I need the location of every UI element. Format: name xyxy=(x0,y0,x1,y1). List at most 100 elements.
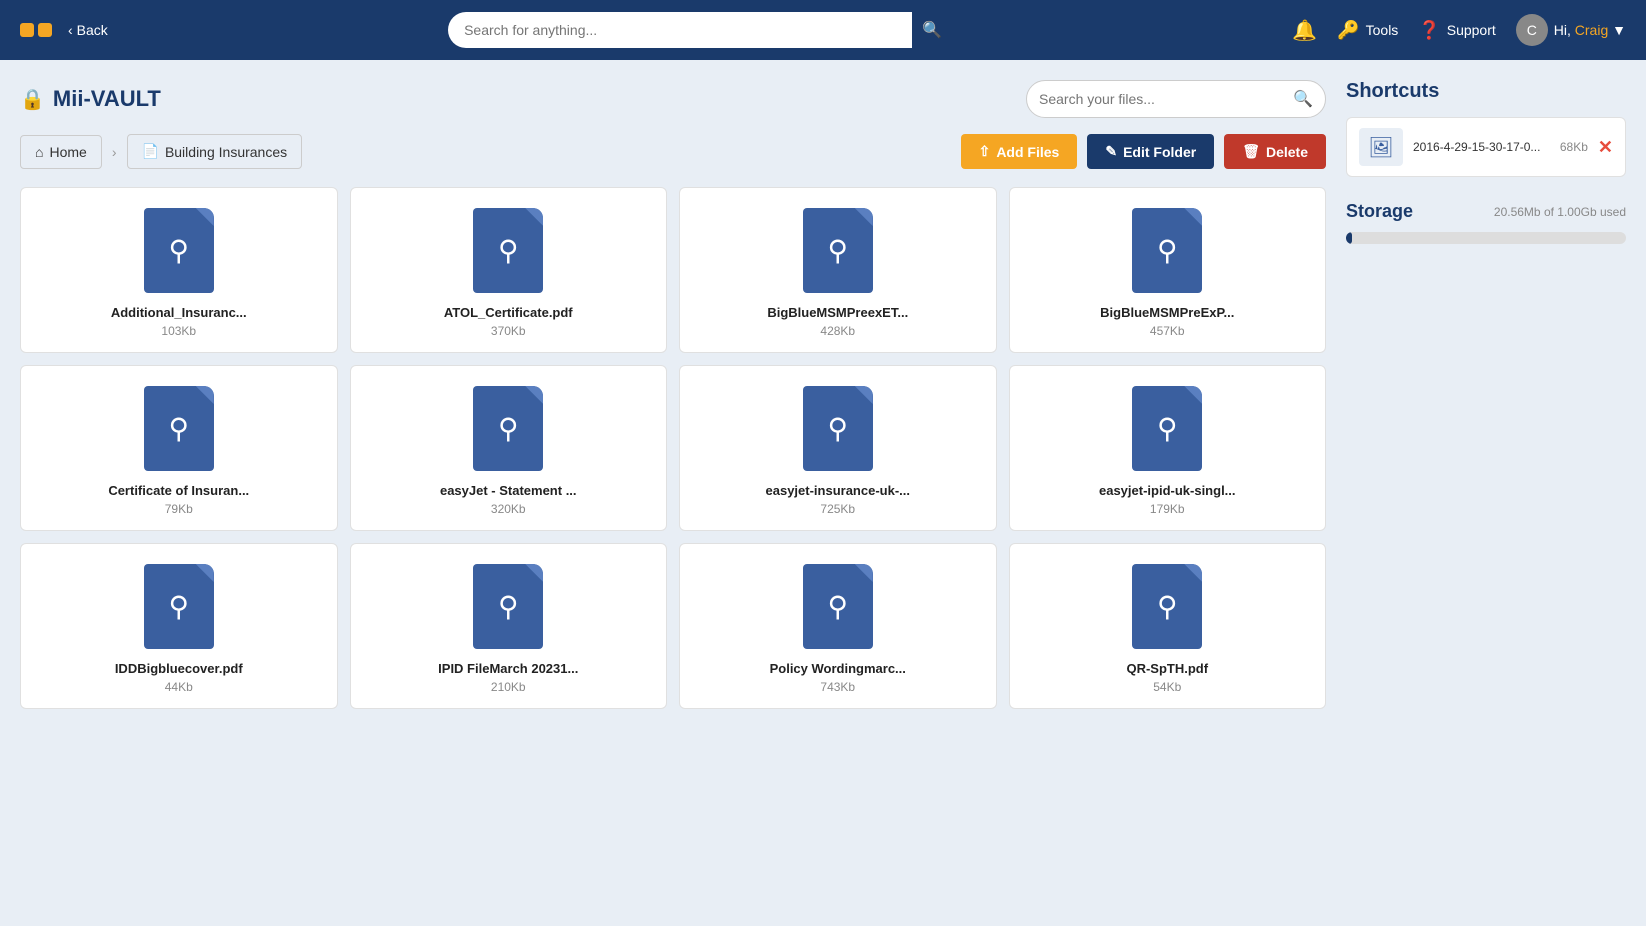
shortcut-close-icon[interactable]: ✕ xyxy=(1598,137,1613,158)
back-label: Back xyxy=(77,22,108,38)
file-card[interactable]: ⚲ ATOL_Certificate.pdf 370Kb xyxy=(350,187,668,353)
shortcut-item[interactable]: 🖼 2016-4-29-15-30-17-0... 68Kb ✕ xyxy=(1346,117,1626,177)
add-files-button[interactable]: ⇧ Add Files xyxy=(961,134,1078,169)
file-name: IDDBigbluecover.pdf xyxy=(115,661,243,676)
file-card[interactable]: ⚲ easyjet-insurance-uk-... 725Kb xyxy=(679,365,997,531)
file-card[interactable]: ⚲ easyjet-ipid-uk-singl... 179Kb xyxy=(1009,365,1327,531)
breadcrumb-chevron-icon: › xyxy=(112,144,117,160)
folder-icon: 📄 xyxy=(142,143,159,160)
pdf-icon: ⚲ xyxy=(803,564,873,649)
shortcut-size: 68Kb xyxy=(1560,140,1588,154)
file-name: Additional_Insuranc... xyxy=(111,305,247,320)
breadcrumb-actions: ⌂ Home › 📄 Building Insurances ⇧ Add Fil… xyxy=(20,134,1326,169)
file-size: 79Kb xyxy=(165,502,193,516)
file-size: 457Kb xyxy=(1150,324,1185,338)
pdf-symbol: ⚲ xyxy=(1157,412,1178,445)
shortcut-name: 2016-4-29-15-30-17-0... xyxy=(1413,140,1550,154)
shortcuts-title: Shortcuts xyxy=(1346,80,1626,103)
nav-right-section: 🔔 🔑 Tools ❓ Support C Hi, Craig ▼ xyxy=(1292,14,1626,46)
pdf-symbol: ⚲ xyxy=(498,412,519,445)
pdf-icon: ⚲ xyxy=(473,386,543,471)
file-name: BigBlueMSMPreexET... xyxy=(767,305,908,320)
storage-bar-background xyxy=(1346,232,1626,244)
breadcrumb-home-button[interactable]: ⌂ Home xyxy=(20,135,102,169)
notification-bell-icon[interactable]: 🔔 xyxy=(1292,18,1317,43)
storage-title: Storage xyxy=(1346,201,1413,222)
pdf-symbol: ⚲ xyxy=(827,412,848,445)
file-card[interactable]: ⚲ IPID FileMarch 20231... 210Kb xyxy=(350,543,668,709)
vault-header: 🔒 Mii-VAULT 🔍 xyxy=(20,80,1326,118)
breadcrumb-current-label: Building Insurances xyxy=(165,144,287,160)
nav-search-input[interactable] xyxy=(448,12,948,48)
file-size: 210Kb xyxy=(491,680,526,694)
pdf-icon: ⚲ xyxy=(473,564,543,649)
pdf-symbol: ⚲ xyxy=(168,590,189,623)
pdf-symbol: ⚲ xyxy=(498,234,519,267)
pdf-icon: ⚲ xyxy=(1132,386,1202,471)
file-name: ATOL_Certificate.pdf xyxy=(444,305,573,320)
file-name: QR-SpTH.pdf xyxy=(1126,661,1208,676)
file-card[interactable]: ⚲ QR-SpTH.pdf 54Kb xyxy=(1009,543,1327,709)
edit-folder-button[interactable]: ✎ Edit Folder xyxy=(1087,134,1214,169)
pdf-icon: ⚲ xyxy=(144,208,214,293)
file-card[interactable]: ⚲ BigBlueMSMPreexET... 428Kb xyxy=(679,187,997,353)
file-card[interactable]: ⚲ BigBlueMSMPreExP... 457Kb xyxy=(1009,187,1327,353)
file-card[interactable]: ⚲ IDDBigbluecover.pdf 44Kb xyxy=(20,543,338,709)
home-icon: ⌂ xyxy=(35,144,43,160)
pdf-symbol: ⚲ xyxy=(168,412,189,445)
pdf-symbol: ⚲ xyxy=(827,234,848,267)
tools-label: Tools xyxy=(1366,22,1399,38)
file-search-input[interactable] xyxy=(1039,91,1293,107)
tools-button[interactable]: 🔑 Tools xyxy=(1337,20,1398,41)
pdf-symbol: ⚲ xyxy=(168,234,189,267)
user-menu-button[interactable]: C Hi, Craig ▼ xyxy=(1516,14,1626,46)
pdf-icon: ⚲ xyxy=(803,208,873,293)
back-chevron-icon: ‹ xyxy=(68,22,73,38)
edit-icon: ✎ xyxy=(1105,143,1117,160)
pdf-symbol: ⚲ xyxy=(827,590,848,623)
logo-dot-1 xyxy=(20,23,34,37)
file-size: 320Kb xyxy=(491,502,526,516)
file-size: 54Kb xyxy=(1153,680,1181,694)
storage-header: Storage 20.56Mb of 1.00Gb used xyxy=(1346,201,1626,222)
file-name: easyjet-insurance-uk-... xyxy=(766,483,911,498)
file-name: easyJet - Statement ... xyxy=(440,483,577,498)
file-name: IPID FileMarch 20231... xyxy=(438,661,578,676)
storage-bar-fill xyxy=(1346,232,1352,244)
top-navigation: ‹ Back 🔍 🔔 🔑 Tools ❓ Support C Hi, Craig… xyxy=(0,0,1646,60)
delete-button[interactable]: 🗑 Delete xyxy=(1224,134,1326,169)
sidebar: Shortcuts 🖼 2016-4-29-15-30-17-0... 68Kb… xyxy=(1346,80,1626,906)
app-logo xyxy=(20,23,52,37)
file-size: 103Kb xyxy=(161,324,196,338)
shortcut-thumbnail: 🖼 xyxy=(1359,128,1403,166)
file-name: easyjet-ipid-uk-singl... xyxy=(1099,483,1236,498)
file-search-icon[interactable]: 🔍 xyxy=(1293,89,1313,109)
pdf-icon: ⚲ xyxy=(803,386,873,471)
storage-section: Storage 20.56Mb of 1.00Gb used xyxy=(1346,201,1626,244)
pdf-icon: ⚲ xyxy=(144,386,214,471)
lock-icon: 🔒 xyxy=(20,87,45,112)
file-card[interactable]: ⚲ Additional_Insuranc... 103Kb xyxy=(20,187,338,353)
file-name: Policy Wordingmarc... xyxy=(770,661,906,676)
file-size: 179Kb xyxy=(1150,502,1185,516)
support-button[interactable]: ❓ Support xyxy=(1418,20,1495,41)
breadcrumb-current-button[interactable]: 📄 Building Insurances xyxy=(127,134,303,169)
file-size: 370Kb xyxy=(491,324,526,338)
main-container: 🔒 Mii-VAULT 🔍 ⌂ Home › 📄 Building Insura… xyxy=(0,60,1646,926)
file-name: BigBlueMSMPreExP... xyxy=(1100,305,1234,320)
delete-label: Delete xyxy=(1266,144,1308,160)
file-card[interactable]: ⚲ Certificate of Insuran... 79Kb xyxy=(20,365,338,531)
pdf-icon: ⚲ xyxy=(144,564,214,649)
support-icon: ❓ xyxy=(1418,20,1440,41)
file-card[interactable]: ⚲ Policy Wordingmarc... 743Kb xyxy=(679,543,997,709)
breadcrumb-home-label: Home xyxy=(49,144,86,160)
upload-icon: ⇧ xyxy=(979,143,991,160)
back-button[interactable]: ‹ Back xyxy=(68,22,108,38)
file-card[interactable]: ⚲ easyJet - Statement ... 320Kb xyxy=(350,365,668,531)
file-name: Certificate of Insuran... xyxy=(108,483,249,498)
file-search-container: 🔍 xyxy=(1026,80,1326,118)
nav-search-button[interactable]: 🔍 xyxy=(912,12,952,48)
file-size: 743Kb xyxy=(820,680,855,694)
avatar: C xyxy=(1516,14,1548,46)
file-size: 44Kb xyxy=(165,680,193,694)
